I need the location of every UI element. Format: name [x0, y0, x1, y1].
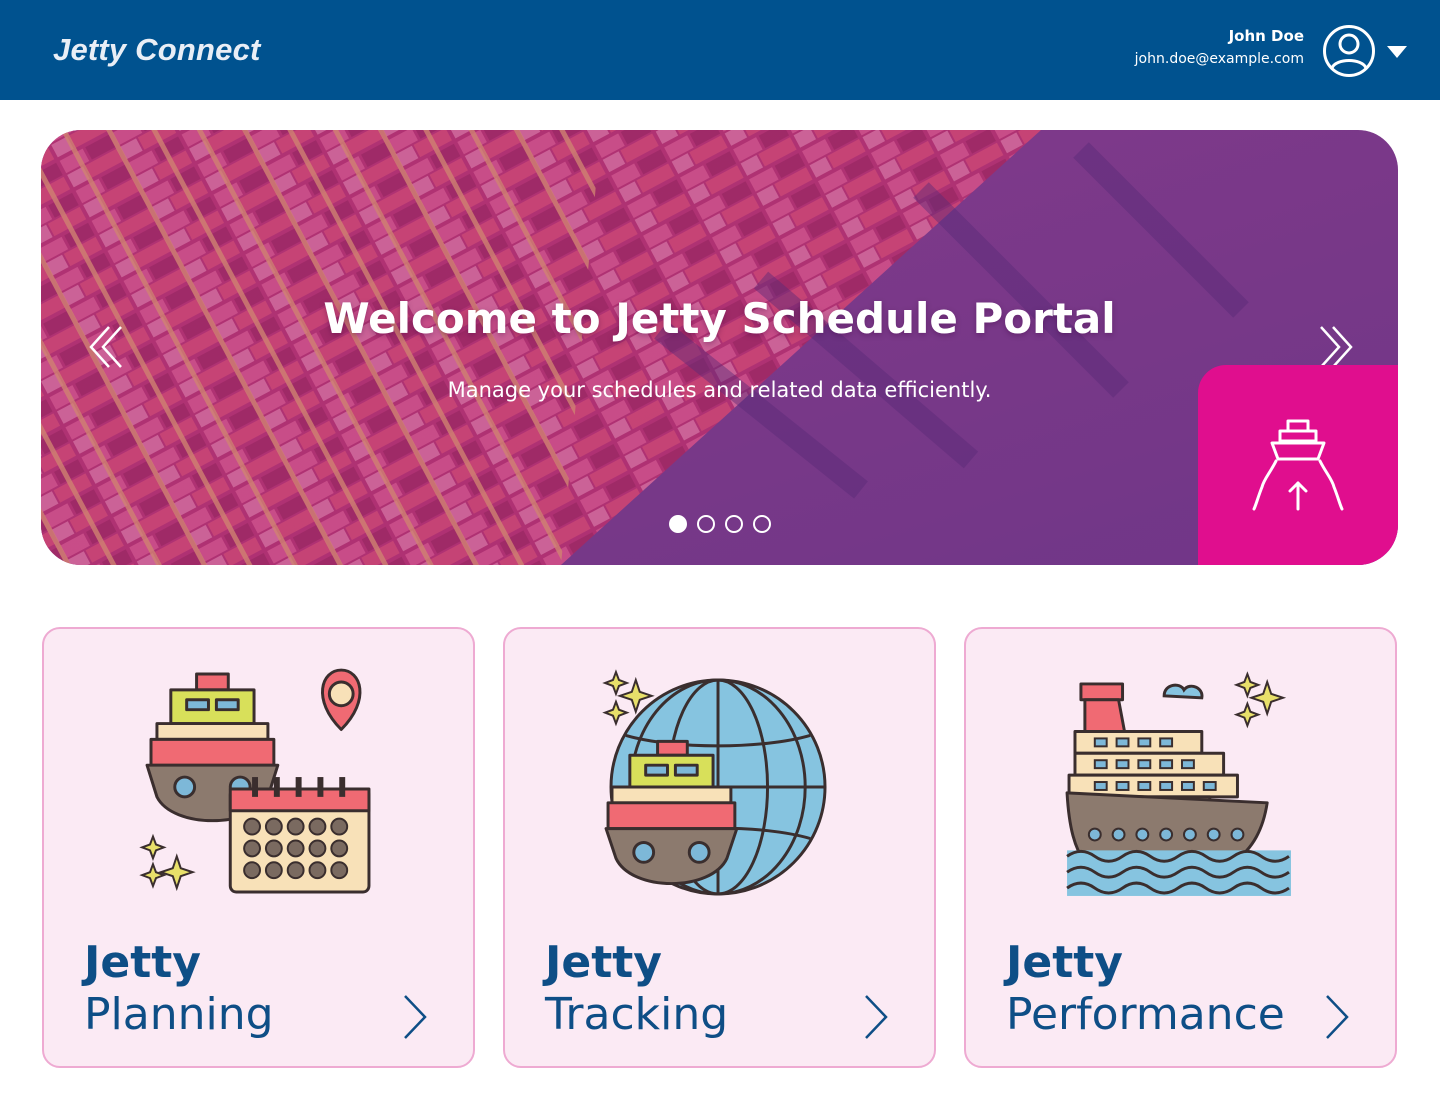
chevron-double-left-icon[interactable] — [85, 324, 131, 370]
carousel-dot-2[interactable] — [697, 515, 715, 533]
cruise-ship-illustration — [1065, 671, 1291, 896]
hero-carousel: Welcome to Jetty Schedule Portal Manage … — [41, 130, 1398, 565]
top-header: Jetty Connect John Doe john.doe@example.… — [0, 0, 1440, 100]
jetty-quick-action-button[interactable] — [1198, 365, 1398, 565]
hero-subtitle: Manage your schedules and related data e… — [447, 378, 992, 402]
card-title-light: Planning — [84, 989, 274, 1040]
user-name: John Doe — [1228, 27, 1304, 45]
card-title-bold: Jetty — [1006, 937, 1123, 988]
ship-mooring-icon — [1252, 419, 1344, 511]
carousel-indicators — [669, 515, 771, 533]
chevron-right-icon[interactable] — [397, 992, 433, 1042]
ship-globe-illustration — [602, 669, 827, 896]
user-avatar-icon[interactable] — [1322, 24, 1376, 78]
card-title-light: Performance — [1006, 989, 1285, 1040]
user-info: John Doe john.doe@example.com — [1135, 27, 1304, 67]
card-title-bold: Jetty — [545, 937, 662, 988]
brand-logo-text[interactable]: Jetty Connect — [53, 32, 261, 68]
chevron-down-icon[interactable] — [1386, 44, 1408, 60]
card-jetty-planning[interactable]: Jetty Planning — [42, 627, 475, 1068]
carousel-dot-4[interactable] — [753, 515, 771, 533]
user-email: john.doe@example.com — [1134, 51, 1304, 67]
hero-background-image — [41, 130, 1398, 565]
card-jetty-performance[interactable]: Jetty Performance — [964, 627, 1397, 1068]
chevron-right-icon[interactable] — [858, 992, 894, 1042]
chevron-right-icon[interactable] — [1319, 992, 1355, 1042]
hero-title: Welcome to Jetty Schedule Portal — [323, 294, 1116, 343]
card-jetty-tracking[interactable]: Jetty Tracking — [503, 627, 936, 1068]
ship-calendar-illustration — [139, 668, 371, 894]
chevron-double-right-icon[interactable] — [1311, 324, 1357, 370]
carousel-dot-3[interactable] — [725, 515, 743, 533]
carousel-dot-1[interactable] — [669, 515, 687, 533]
card-title-light: Tracking — [545, 989, 729, 1040]
card-title-bold: Jetty — [84, 937, 201, 988]
